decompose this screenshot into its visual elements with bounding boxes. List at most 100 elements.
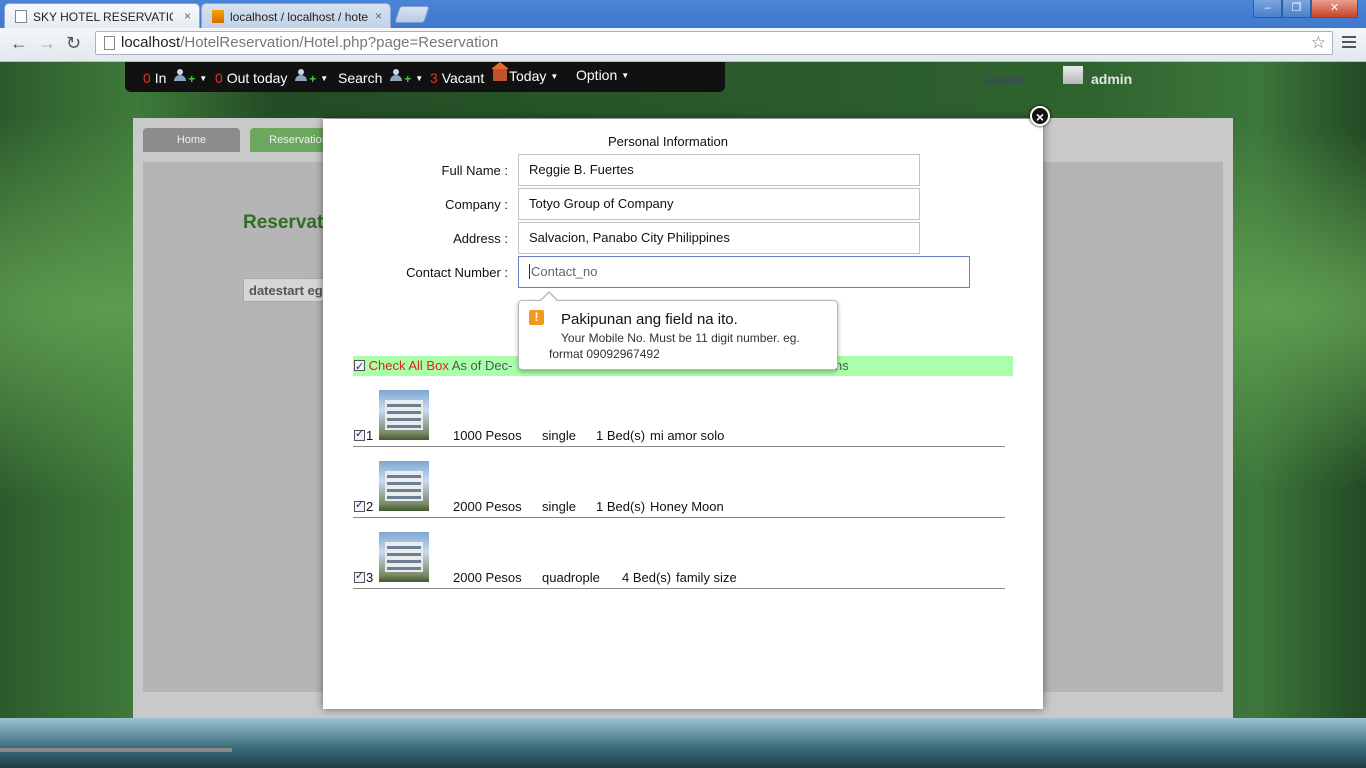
bookmark-star-icon[interactable]: ☆ bbox=[1311, 32, 1326, 54]
room-beds: 1 Bed(s) bbox=[596, 428, 646, 443]
room-description: mi amor solo bbox=[650, 428, 725, 443]
check-all-checkbox[interactable] bbox=[354, 357, 365, 377]
room-description: family size bbox=[676, 570, 737, 585]
room-row: 2 2000 Pesos single 1 Bed(s) Honey Moon bbox=[353, 461, 1005, 518]
plus-icon: + bbox=[309, 72, 317, 86]
tooltip-title: Pakipunan ang field na ito. bbox=[561, 311, 738, 328]
validation-tooltip: ! Pakipunan ang field na ito. Your Mobil… bbox=[518, 291, 838, 370]
nav-today[interactable]: Today ▼ bbox=[491, 62, 559, 84]
nav-option[interactable]: Option ▼ bbox=[576, 67, 629, 83]
nav-vacant[interactable]: 3 Vacant bbox=[430, 70, 484, 86]
room-row: 1 1000 Pesos single 1 Bed(s) mi amor sol… bbox=[353, 390, 1005, 447]
in-count: 0 bbox=[143, 70, 151, 86]
app-nav-bar: 0 In + ▼ 0 Out today + ▼ Search + ▼ 3 Vacan… bbox=[125, 62, 725, 92]
tab-title: localhost / localhost / hote bbox=[230, 10, 368, 24]
caret-down-icon: ▼ bbox=[621, 71, 630, 80]
company-label: Company : bbox=[445, 197, 508, 212]
room-number: 3 bbox=[366, 570, 374, 585]
room-thumbnail bbox=[379, 461, 429, 511]
full-name-label: Full Name : bbox=[441, 163, 508, 178]
new-tab-button[interactable] bbox=[394, 6, 430, 23]
logout-link[interactable]: Logout bbox=[985, 73, 1026, 87]
room-description: Honey Moon bbox=[650, 499, 724, 514]
contact-number-input[interactable]: Contact_no bbox=[518, 256, 970, 288]
window-close-icon[interactable]: ✕ bbox=[1311, 0, 1358, 18]
nav-in[interactable]: 0 In + ▼ bbox=[143, 69, 208, 86]
modal-close-button[interactable]: × bbox=[1030, 106, 1050, 126]
room-checkbox[interactable] bbox=[354, 498, 365, 512]
room-beds: 1 Bed(s) bbox=[596, 499, 646, 514]
caret-down-icon: ▼ bbox=[550, 72, 559, 81]
room-thumbnail bbox=[379, 532, 429, 582]
avatar bbox=[1063, 66, 1083, 84]
room-type: single bbox=[542, 428, 576, 443]
caret-down-icon: ▼ bbox=[320, 74, 329, 83]
phpmyadmin-icon bbox=[212, 10, 224, 23]
browser-toolbar: ← → ↻ localhost/HotelReservation/Hotel.p… bbox=[0, 28, 1366, 62]
nav-out-today[interactable]: 0 Out today + ▼ bbox=[215, 69, 329, 86]
vacant-count: 3 bbox=[430, 70, 438, 86]
user-name: admin bbox=[1091, 71, 1133, 87]
plus-icon: + bbox=[188, 72, 196, 86]
room-checkbox[interactable] bbox=[354, 569, 365, 583]
tab-home[interactable]: Home bbox=[143, 128, 240, 152]
vacant-label: Vacant bbox=[441, 70, 485, 86]
browser-tab-active[interactable]: SKY HOTEL RESERVATION × bbox=[4, 3, 200, 28]
browser-tab-phpmyadmin[interactable]: localhost / localhost / hote × bbox=[201, 3, 391, 28]
person-add-icon bbox=[174, 69, 188, 83]
tooltip-body: Your Mobile No. Must be 11 digit number.… bbox=[549, 331, 800, 361]
room-type: single bbox=[542, 499, 576, 514]
room-number: 1 bbox=[366, 428, 374, 443]
tab-title: SKY HOTEL RESERVATION bbox=[33, 10, 173, 24]
page-icon bbox=[104, 36, 115, 50]
warning-icon: ! bbox=[529, 310, 544, 325]
close-icon[interactable]: × bbox=[184, 9, 191, 23]
room-price: 1000 Pesos bbox=[453, 428, 522, 443]
address-label: Address : bbox=[453, 231, 508, 246]
room-price: 2000 Pesos bbox=[453, 570, 522, 585]
as-of-text: As of Dec- bbox=[451, 358, 513, 373]
room-price: 2000 Pesos bbox=[453, 499, 522, 514]
room-number: 2 bbox=[366, 499, 374, 514]
reservation-modal: Personal Information Full Name : Reggie … bbox=[323, 119, 1043, 709]
horizontal-scrollbar[interactable] bbox=[0, 748, 232, 752]
caret-down-icon: ▼ bbox=[415, 74, 424, 83]
room-checkbox[interactable] bbox=[354, 427, 365, 441]
url-host: localhost bbox=[121, 34, 181, 51]
person-add-icon bbox=[390, 69, 404, 83]
text-cursor bbox=[529, 264, 530, 279]
search-label: Search bbox=[338, 70, 383, 86]
full-name-input[interactable]: Reggie B. Fuertes bbox=[518, 154, 920, 186]
back-arrow-icon[interactable]: ← bbox=[10, 33, 28, 54]
out-label: Out today bbox=[226, 70, 288, 86]
house-icon bbox=[491, 62, 509, 81]
today-label: Today bbox=[509, 68, 547, 84]
option-label: Option bbox=[576, 67, 618, 83]
out-count: 0 bbox=[215, 70, 223, 86]
contact-number-label: Contact Number : bbox=[406, 265, 508, 280]
company-input[interactable]: Totyo Group of Company bbox=[518, 188, 920, 220]
check-all-label[interactable]: Check All Box bbox=[369, 358, 449, 373]
contact-placeholder: Contact_no bbox=[531, 264, 598, 279]
in-label: In bbox=[154, 70, 167, 86]
minimize-icon[interactable]: – bbox=[1253, 0, 1282, 18]
forward-arrow-icon[interactable]: → bbox=[38, 33, 56, 54]
url-path: /HotelReservation/Hotel.php?page=Reserva… bbox=[180, 34, 499, 51]
close-icon[interactable]: × bbox=[375, 9, 382, 23]
person-add-icon bbox=[295, 69, 309, 83]
url-text: localhost/HotelReservation/Hotel.php?pag… bbox=[121, 32, 498, 54]
address-input[interactable]: Salvacion, Panabo City Philippines bbox=[518, 222, 920, 254]
browser-tabbar: SKY HOTEL RESERVATION × localhost / loca… bbox=[0, 0, 1366, 28]
window-controls: – ❐ ✕ bbox=[1253, 0, 1358, 18]
caret-down-icon: ▼ bbox=[199, 74, 208, 83]
room-thumbnail bbox=[379, 390, 429, 440]
room-beds: 4 Bed(s) bbox=[622, 570, 672, 585]
plus-icon: + bbox=[404, 72, 412, 86]
page-icon bbox=[15, 10, 27, 23]
address-bar[interactable]: localhost/HotelReservation/Hotel.php?pag… bbox=[95, 31, 1333, 55]
restore-icon[interactable]: ❐ bbox=[1282, 0, 1311, 18]
chrome-menu-icon[interactable] bbox=[1342, 36, 1356, 51]
reload-icon[interactable]: ↻ bbox=[66, 33, 81, 54]
nav-search[interactable]: Search + ▼ bbox=[338, 69, 424, 86]
section-title: Personal Information bbox=[608, 134, 728, 149]
